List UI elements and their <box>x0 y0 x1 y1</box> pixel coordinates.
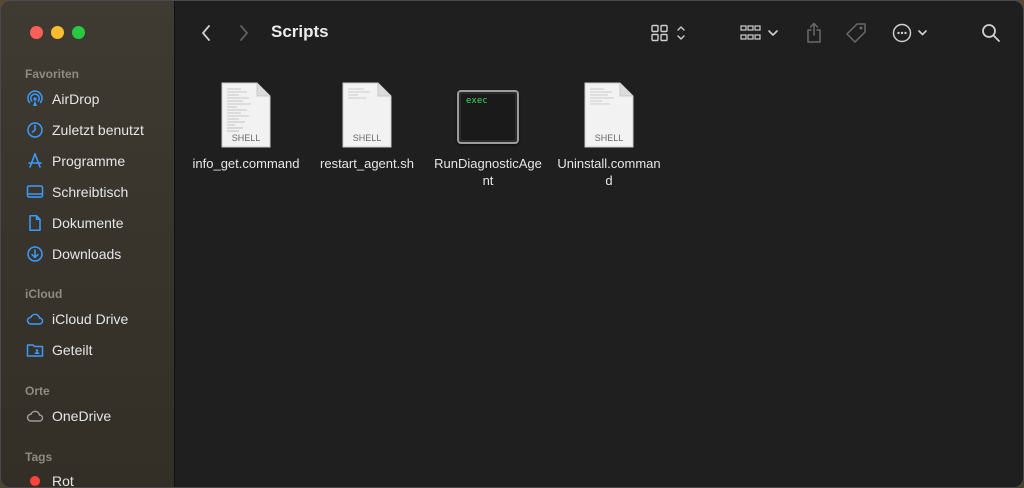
file-item[interactable]: SHELL restart_agent.sh <box>311 76 423 172</box>
sidebar-item-desktop[interactable]: Schreibtisch <box>1 176 175 207</box>
sidebar-item-label: Programme <box>52 152 126 169</box>
chevron-left-icon <box>202 25 210 41</box>
sidebar-item-label: iCloud Drive <box>52 310 129 327</box>
terminal-executable-icon: exec <box>432 76 544 148</box>
group-grid-icon <box>740 25 778 40</box>
file-name: restart_agent.sh <box>320 156 414 171</box>
shell-script-file-icon: SHELL <box>553 76 665 148</box>
cloud-icon <box>26 407 44 425</box>
file-item[interactable]: exec RunDiagnosticAgent <box>432 76 544 189</box>
sidebar-item-label: Geteilt <box>52 341 93 358</box>
sidebar-item-downloads[interactable]: Downloads <box>1 238 175 269</box>
minimize-button[interactable] <box>51 26 64 39</box>
sidebar-item-label: OneDrive <box>52 407 112 424</box>
sidebar-item-documents[interactable]: Dokumente <box>1 207 175 238</box>
view-icons-button[interactable] <box>647 19 693 47</box>
sidebar-item-label: AirDrop <box>52 90 100 107</box>
sidebar-heading: Favoriten <box>25 67 80 81</box>
file-type-label: SHELL <box>231 133 261 143</box>
close-button[interactable] <box>30 26 43 39</box>
sidebar-item-recents[interactable]: Zuletzt benutzt <box>1 114 175 145</box>
red-tag-dot <box>26 472 44 488</box>
tag-button[interactable] <box>843 19 869 47</box>
cloud-icon <box>26 310 44 328</box>
file-type-label: SHELL <box>594 133 624 143</box>
document-icon <box>26 214 44 232</box>
file-item[interactable]: SHELL info_get.command <box>190 76 302 172</box>
sidebar-section-tags: Tags Rot <box>1 447 175 488</box>
forward-button[interactable] <box>233 19 255 47</box>
file-grid: SHELL info_get.command SHELL restart_age… <box>175 76 1023 206</box>
finder-window: Favoriten AirDrop Zuletzt benutzt Progra… <box>0 0 1024 488</box>
chevron-right-icon <box>240 25 248 41</box>
ellipsis-circle-icon <box>892 23 927 43</box>
sidebar-item-label: Rot <box>52 472 74 488</box>
window-title: Scripts <box>271 22 329 41</box>
group-button[interactable] <box>739 19 783 47</box>
sidebar: Favoriten AirDrop Zuletzt benutzt Progra… <box>1 1 175 487</box>
airdrop-icon <box>26 89 44 108</box>
sidebar-item-label: Schreibtisch <box>52 183 129 200</box>
main-content: Scripts SHELL info_get.command SHELL res… <box>175 1 1023 487</box>
back-button[interactable] <box>195 19 217 47</box>
sidebar-item-airdrop[interactable]: AirDrop <box>1 83 175 114</box>
file-name: Uninstall.command <box>557 156 661 188</box>
sidebar-section-locations: Orte OneDrive <box>1 381 175 431</box>
sidebar-heading: Tags <box>25 450 53 464</box>
toolbar: Scripts <box>175 1 1023 65</box>
zoom-button[interactable] <box>72 26 85 39</box>
file-type-label: SHELL <box>352 133 382 143</box>
shell-script-file-icon: SHELL <box>190 76 302 148</box>
clock-icon <box>26 121 44 139</box>
sidebar-heading: Orte <box>25 384 50 398</box>
sidebar-item-label: Dokumente <box>52 214 124 231</box>
sidebar-heading: iCloud <box>25 287 63 301</box>
sidebar-item-onedrive[interactable]: OneDrive <box>1 400 175 431</box>
exec-label: exec <box>466 96 488 106</box>
apps-icon <box>26 152 44 170</box>
search-icon <box>982 24 1000 42</box>
shell-script-file-icon: SHELL <box>311 76 423 148</box>
sidebar-item-label: Zuletzt benutzt <box>52 121 144 138</box>
sidebar-item-applications[interactable]: Programme <box>1 145 175 176</box>
sidebar-item-label: Downloads <box>52 245 122 262</box>
share-icon <box>807 22 821 43</box>
file-item[interactable]: SHELL Uninstall.command <box>553 76 665 189</box>
desktop-icon <box>26 183 44 201</box>
sidebar-section-favorites: Favoriten AirDrop Zuletzt benutzt Progra… <box>1 64 175 269</box>
search-button[interactable] <box>979 19 1003 47</box>
grid-view-icon <box>651 24 685 42</box>
file-name: RunDiagnosticAgent <box>434 156 542 188</box>
shared-folder-icon <box>26 341 44 359</box>
download-icon <box>26 245 44 263</box>
sidebar-item-icloud-drive[interactable]: iCloud Drive <box>1 303 175 334</box>
share-button[interactable] <box>803 19 825 47</box>
tag-icon <box>846 23 866 43</box>
sidebar-item-shared[interactable]: Geteilt <box>1 334 175 365</box>
file-name: info_get.command <box>192 156 300 171</box>
window-controls <box>30 26 85 39</box>
more-actions-button[interactable] <box>891 19 931 47</box>
sidebar-section-icloud: iCloud iCloud Drive Geteilt <box>1 284 175 365</box>
sidebar-item-tag-red[interactable]: Rot <box>1 465 175 488</box>
